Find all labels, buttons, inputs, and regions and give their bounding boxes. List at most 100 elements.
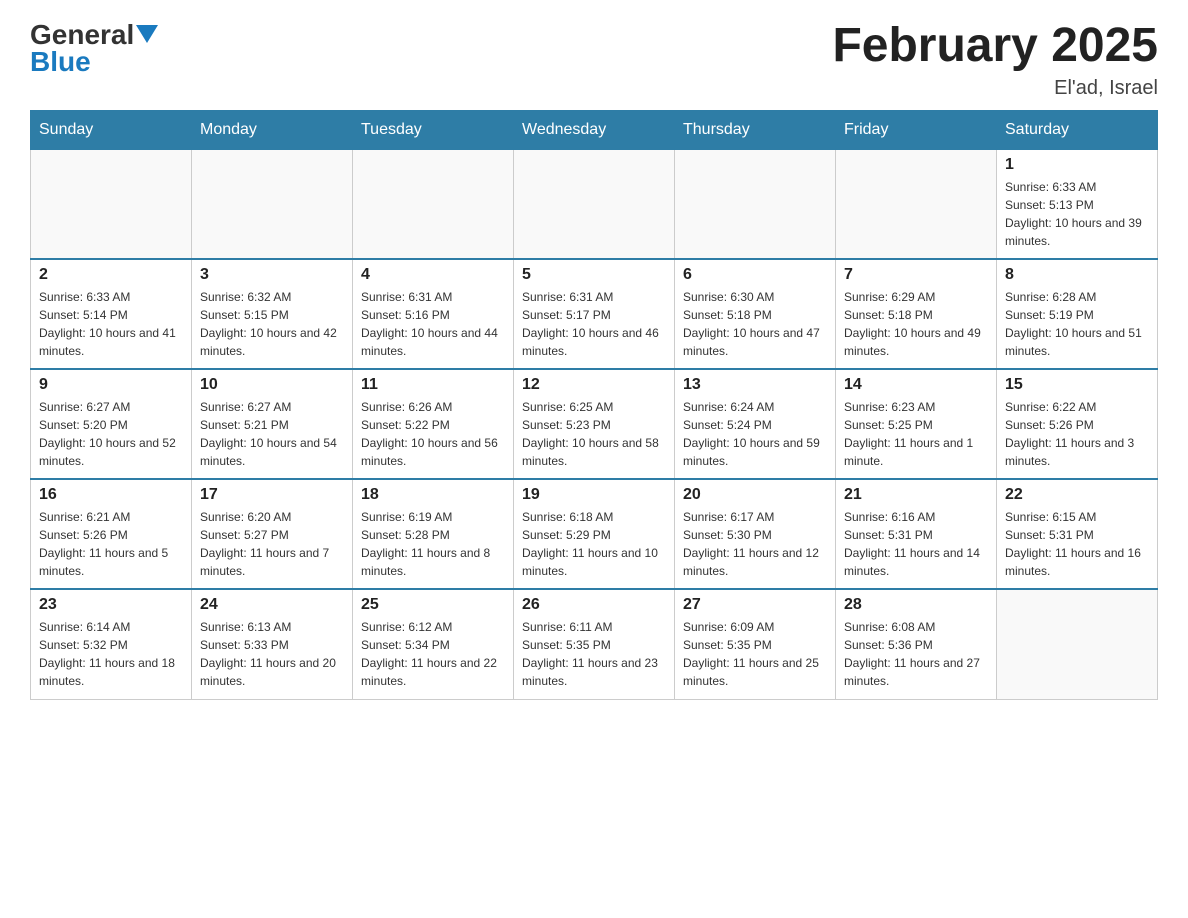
calendar-cell: 17 Sunrise: 6:20 AM Sunset: 5:27 PM Dayli… bbox=[192, 479, 353, 589]
day-info: Sunrise: 6:27 AM Sunset: 5:21 PM Dayligh… bbox=[200, 398, 344, 470]
day-info: Sunrise: 6:18 AM Sunset: 5:29 PM Dayligh… bbox=[522, 508, 666, 580]
calendar-cell: 13Sunrise: 6:24 AM Sunset: 5:24 PM Dayli… bbox=[675, 369, 836, 479]
day-info: Sunrise: 6:11 AM Sunset: 5:35 PM Dayligh… bbox=[522, 618, 666, 690]
page-header: General Blue February 2025 El'ad, Israel bbox=[30, 20, 1158, 100]
day-number: 4 bbox=[361, 266, 505, 284]
calendar-week-2: 2Sunrise: 6:33 AM Sunset: 5:14 PM Daylig… bbox=[31, 259, 1158, 369]
day-info: Sunrise: 6:27 AM Sunset: 5:20 PM Dayligh… bbox=[39, 398, 183, 470]
calendar-cell: 2Sunrise: 6:33 AM Sunset: 5:14 PM Daylig… bbox=[31, 259, 192, 369]
calendar-cell: 23 Sunrise: 6:14 AM Sunset: 5:32 PM Dayli… bbox=[31, 589, 192, 699]
day-info: Sunrise: 6:32 AM Sunset: 5:15 PM Dayligh… bbox=[200, 288, 344, 360]
calendar-cell bbox=[192, 149, 353, 259]
calendar-cell: 21 Sunrise: 6:16 AM Sunset: 5:31 PM Dayli… bbox=[836, 479, 997, 589]
logo-blue-text: Blue bbox=[30, 47, 158, 78]
calendar-cell: 11 Sunrise: 6:26 AM Sunset: 5:22 PM Dayli… bbox=[353, 369, 514, 479]
day-number: 11 bbox=[361, 376, 505, 394]
column-header-wednesday: Wednesday bbox=[514, 110, 675, 149]
day-number: 14 bbox=[844, 376, 988, 394]
day-info: Sunrise: 6:29 AM Sunset: 5:18 PM Dayligh… bbox=[844, 288, 988, 360]
day-info: Sunrise: 6:31 AM Sunset: 5:16 PM Dayligh… bbox=[361, 288, 505, 360]
day-number: 7 bbox=[844, 266, 988, 284]
day-number: 24 bbox=[200, 596, 344, 614]
calendar-cell: 5 Sunrise: 6:31 AM Sunset: 5:17 PM Daylig… bbox=[514, 259, 675, 369]
day-number: 2 bbox=[39, 266, 183, 284]
day-info: Sunrise: 6:09 AM Sunset: 5:35 PM Dayligh… bbox=[683, 618, 827, 690]
day-number: 25 bbox=[361, 596, 505, 614]
calendar-week-1: 1 Sunrise: 6:33 AM Sunset: 5:13 PM Daylig… bbox=[31, 149, 1158, 259]
column-header-saturday: Saturday bbox=[997, 110, 1158, 149]
calendar-week-4: 16 Sunrise: 6:21 AM Sunset: 5:26 PM Dayli… bbox=[31, 479, 1158, 589]
calendar-week-3: 9 Sunrise: 6:27 AM Sunset: 5:20 PM Daylig… bbox=[31, 369, 1158, 479]
title-section: February 2025 El'ad, Israel bbox=[832, 20, 1158, 100]
calendar-cell: 16 Sunrise: 6:21 AM Sunset: 5:26 PM Dayli… bbox=[31, 479, 192, 589]
calendar-cell: 14 Sunrise: 6:23 AM Sunset: 5:25 PM Dayli… bbox=[836, 369, 997, 479]
calendar-cell: 6 Sunrise: 6:30 AM Sunset: 5:18 PM Daylig… bbox=[675, 259, 836, 369]
day-info: Sunrise: 6:21 AM Sunset: 5:26 PM Dayligh… bbox=[39, 508, 183, 580]
day-number: 1 bbox=[1005, 156, 1149, 174]
day-number: 16 bbox=[39, 486, 183, 504]
day-number: 18 bbox=[361, 486, 505, 504]
column-header-sunday: Sunday bbox=[31, 110, 192, 149]
day-number: 22 bbox=[1005, 486, 1149, 504]
day-info: Sunrise: 6:20 AM Sunset: 5:27 PM Dayligh… bbox=[200, 508, 344, 580]
day-info: Sunrise: 6:30 AM Sunset: 5:18 PM Dayligh… bbox=[683, 288, 827, 360]
day-number: 5 bbox=[522, 266, 666, 284]
calendar-cell: 26 Sunrise: 6:11 AM Sunset: 5:35 PM Dayli… bbox=[514, 589, 675, 699]
day-info: Sunrise: 6:15 AM Sunset: 5:31 PM Dayligh… bbox=[1005, 508, 1149, 580]
day-info: Sunrise: 6:33 AM Sunset: 5:13 PM Dayligh… bbox=[1005, 178, 1149, 250]
column-header-monday: Monday bbox=[192, 110, 353, 149]
day-info: Sunrise: 6:16 AM Sunset: 5:31 PM Dayligh… bbox=[844, 508, 988, 580]
location-label: El'ad, Israel bbox=[832, 77, 1158, 100]
day-info: Sunrise: 6:25 AM Sunset: 5:23 PM Dayligh… bbox=[522, 398, 666, 470]
day-info: Sunrise: 6:13 AM Sunset: 5:33 PM Dayligh… bbox=[200, 618, 344, 690]
calendar-cell: 27 Sunrise: 6:09 AM Sunset: 5:35 PM Dayli… bbox=[675, 589, 836, 699]
calendar-table: SundayMondayTuesdayWednesdayThursdayFrid… bbox=[30, 110, 1158, 700]
day-number: 15 bbox=[1005, 376, 1149, 394]
day-info: Sunrise: 6:19 AM Sunset: 5:28 PM Dayligh… bbox=[361, 508, 505, 580]
day-info: Sunrise: 6:12 AM Sunset: 5:34 PM Dayligh… bbox=[361, 618, 505, 690]
day-info: Sunrise: 6:28 AM Sunset: 5:19 PM Dayligh… bbox=[1005, 288, 1149, 360]
day-info: Sunrise: 6:23 AM Sunset: 5:25 PM Dayligh… bbox=[844, 398, 988, 470]
calendar-cell: 28Sunrise: 6:08 AM Sunset: 5:36 PM Dayli… bbox=[836, 589, 997, 699]
column-header-friday: Friday bbox=[836, 110, 997, 149]
calendar-cell: 1 Sunrise: 6:33 AM Sunset: 5:13 PM Daylig… bbox=[997, 149, 1158, 259]
day-number: 17 bbox=[200, 486, 344, 504]
calendar-cell: 4 Sunrise: 6:31 AM Sunset: 5:16 PM Daylig… bbox=[353, 259, 514, 369]
day-number: 27 bbox=[683, 596, 827, 614]
day-number: 3 bbox=[200, 266, 344, 284]
day-info: Sunrise: 6:17 AM Sunset: 5:30 PM Dayligh… bbox=[683, 508, 827, 580]
day-info: Sunrise: 6:31 AM Sunset: 5:17 PM Dayligh… bbox=[522, 288, 666, 360]
logo-triangle-icon bbox=[136, 25, 158, 47]
day-number: 6 bbox=[683, 266, 827, 284]
day-number: 26 bbox=[522, 596, 666, 614]
calendar-cell bbox=[675, 149, 836, 259]
calendar-cell: 9 Sunrise: 6:27 AM Sunset: 5:20 PM Daylig… bbox=[31, 369, 192, 479]
day-number: 21 bbox=[844, 486, 988, 504]
calendar-cell bbox=[31, 149, 192, 259]
calendar-cell: 7 Sunrise: 6:29 AM Sunset: 5:18 PM Daylig… bbox=[836, 259, 997, 369]
day-number: 8 bbox=[1005, 266, 1149, 284]
calendar-header-row: SundayMondayTuesdayWednesdayThursdayFrid… bbox=[31, 110, 1158, 149]
column-header-tuesday: Tuesday bbox=[353, 110, 514, 149]
day-info: Sunrise: 6:22 AM Sunset: 5:26 PM Dayligh… bbox=[1005, 398, 1149, 470]
calendar-week-5: 23 Sunrise: 6:14 AM Sunset: 5:32 PM Dayli… bbox=[31, 589, 1158, 699]
logo: General Blue bbox=[30, 20, 158, 78]
column-header-thursday: Thursday bbox=[675, 110, 836, 149]
day-number: 20 bbox=[683, 486, 827, 504]
calendar-cell: 10Sunrise: 6:27 AM Sunset: 5:21 PM Dayli… bbox=[192, 369, 353, 479]
day-info: Sunrise: 6:26 AM Sunset: 5:22 PM Dayligh… bbox=[361, 398, 505, 470]
calendar-cell bbox=[836, 149, 997, 259]
calendar-cell bbox=[514, 149, 675, 259]
day-number: 19 bbox=[522, 486, 666, 504]
calendar-cell: 20 Sunrise: 6:17 AM Sunset: 5:30 PM Dayli… bbox=[675, 479, 836, 589]
calendar-cell bbox=[353, 149, 514, 259]
calendar-cell: 24 Sunrise: 6:13 AM Sunset: 5:33 PM Dayli… bbox=[192, 589, 353, 699]
day-info: Sunrise: 6:24 AM Sunset: 5:24 PM Dayligh… bbox=[683, 398, 827, 470]
calendar-cell: 18 Sunrise: 6:19 AM Sunset: 5:28 PM Dayli… bbox=[353, 479, 514, 589]
day-number: 9 bbox=[39, 376, 183, 394]
day-info: Sunrise: 6:14 AM Sunset: 5:32 PM Dayligh… bbox=[39, 618, 183, 690]
day-number: 23 bbox=[39, 596, 183, 614]
calendar-cell: 19 Sunrise: 6:18 AM Sunset: 5:29 PM Dayli… bbox=[514, 479, 675, 589]
day-number: 28 bbox=[844, 596, 988, 614]
calendar-cell: 15 Sunrise: 6:22 AM Sunset: 5:26 PM Dayli… bbox=[997, 369, 1158, 479]
